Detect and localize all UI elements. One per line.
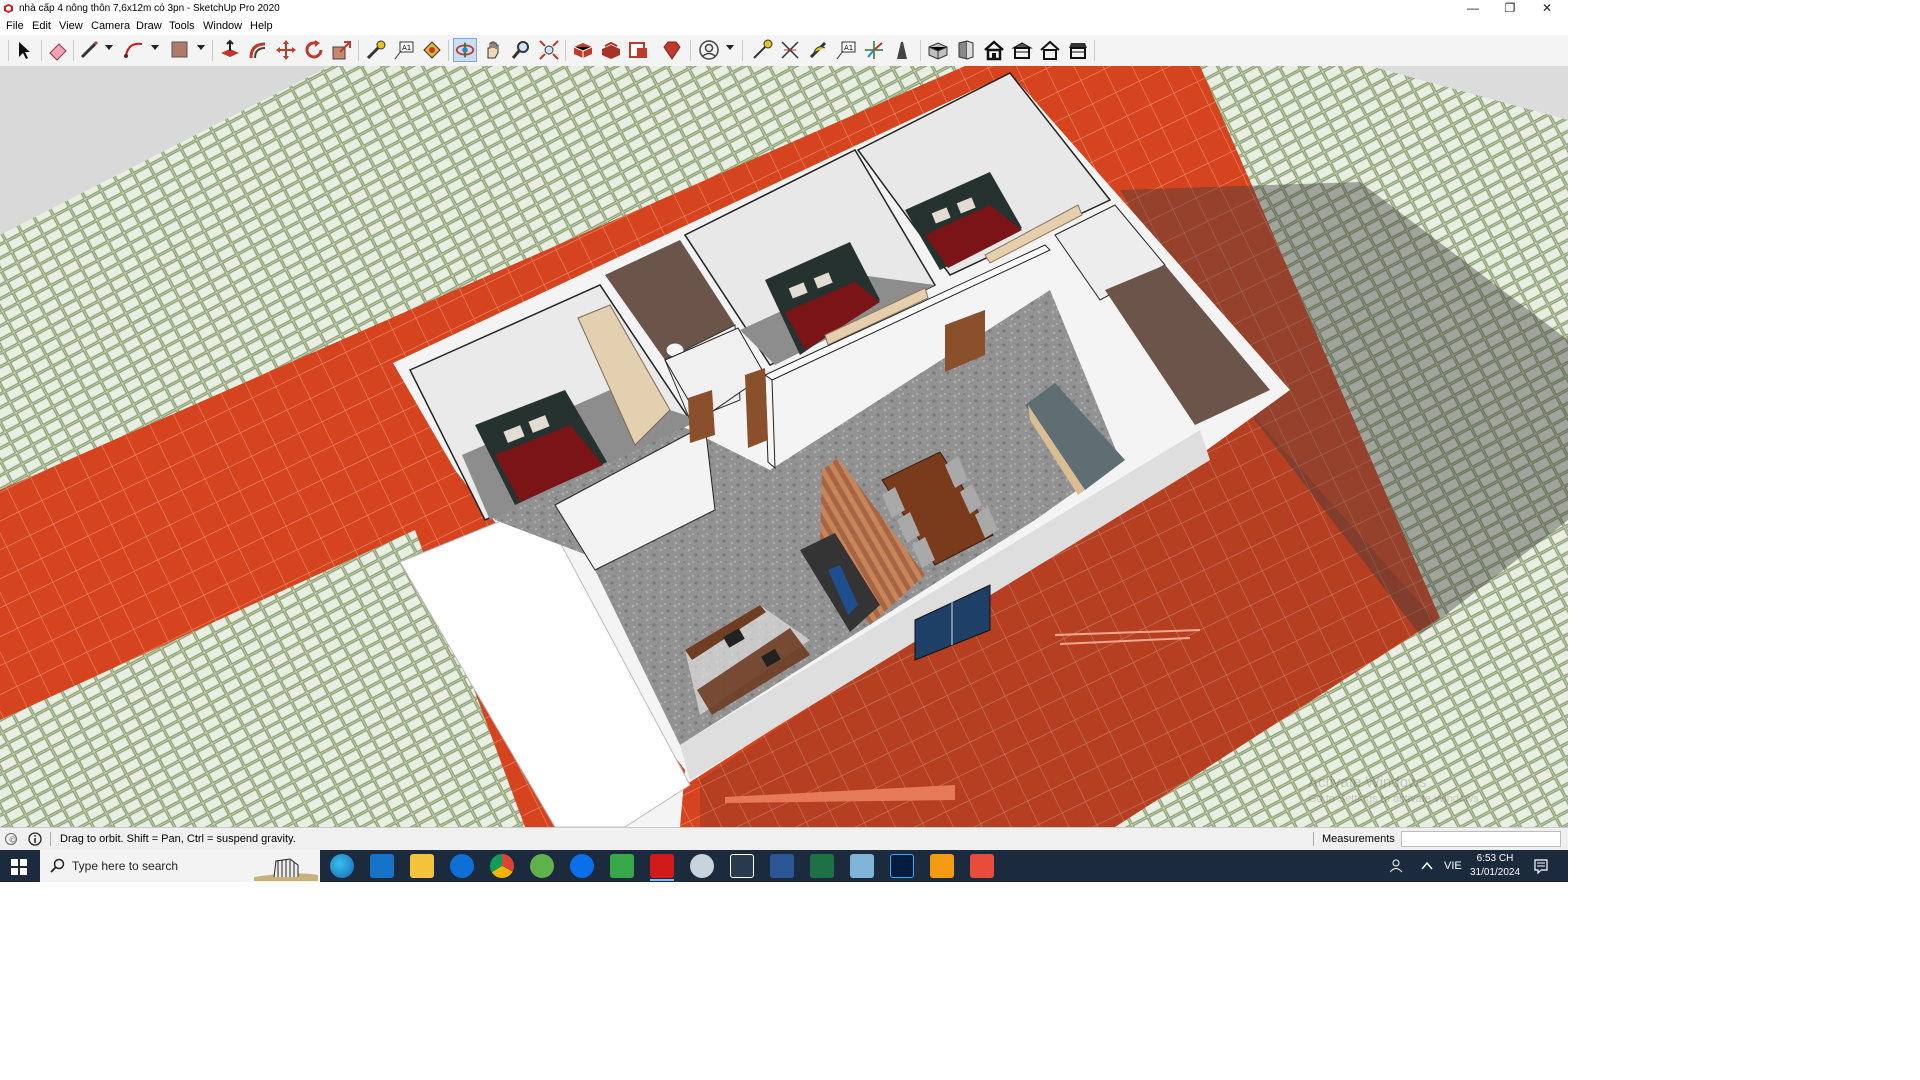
extension-manager-icon[interactable]	[660, 38, 684, 62]
title-bar: nhà cấp 4 nông thôn 7,6x12m có 3pn - Ske…	[0, 0, 1568, 18]
info-icon[interactable]	[28, 832, 42, 846]
left-view-icon[interactable]	[1066, 38, 1090, 62]
svg-text:A1: A1	[402, 44, 411, 52]
zoom-extents-icon[interactable]	[537, 38, 561, 62]
windows-taskbar: Type here to search VIE 6:53 CH 31/01/20…	[0, 850, 1568, 882]
eraser-icon[interactable]	[46, 38, 70, 62]
paint-icon[interactable]	[730, 854, 754, 878]
teamviewer-icon[interactable]	[450, 854, 474, 878]
menu-camera[interactable]: Camera	[91, 20, 130, 32]
activate-windows-watermark: Activate Windows Go to Settings to activ…	[1308, 774, 1482, 805]
word-icon[interactable]	[770, 854, 794, 878]
file-explorer-icon[interactable]	[410, 854, 434, 878]
watermark-title: Activate Windows	[1308, 774, 1427, 791]
menu-help[interactable]: Help	[250, 20, 273, 32]
3d-text-icon[interactable]: A1	[834, 38, 858, 62]
watermark-subtitle: Go to Settings to activate Windows.	[1308, 793, 1482, 805]
restore-icon[interactable]: ❐	[1492, 0, 1528, 18]
paint-bucket-icon[interactable]	[420, 38, 444, 62]
axes-icon[interactable]	[806, 38, 830, 62]
mail-icon[interactable]	[850, 854, 874, 878]
pencil-line-icon[interactable]	[77, 38, 101, 62]
zebra-highlight-icon	[254, 858, 318, 881]
model-viewport[interactable]: Activate Windows Go to Settings to activ…	[0, 66, 1568, 827]
layout-icon[interactable]	[627, 38, 651, 62]
menu-draw[interactable]: Draw	[136, 20, 162, 32]
status-hint: Drag to orbit. Shift = Pan, Ctrl = suspe…	[60, 833, 296, 845]
menu-file[interactable]: File	[6, 20, 24, 32]
status-bar: © Drag to orbit. Shift = Pan, Ctrl = sus…	[0, 827, 1568, 851]
section-plane-icon[interactable]	[862, 38, 886, 62]
move-icon[interactable]	[274, 38, 298, 62]
window-title: nhà cấp 4 nông thôn 7,6x12m có 3pn - Ske…	[19, 3, 280, 14]
close-icon[interactable]: ✕	[1529, 0, 1565, 18]
camtasia-icon[interactable]	[610, 854, 634, 878]
menu-view[interactable]: View	[59, 20, 83, 32]
outlook-icon[interactable]	[370, 854, 394, 878]
text-icon[interactable]: A1	[392, 38, 416, 62]
tape-measure-icon[interactable]	[364, 38, 388, 62]
people-icon[interactable]	[1390, 859, 1406, 873]
pan-icon[interactable]	[481, 38, 505, 62]
chevron-up-icon[interactable]	[1420, 860, 1434, 872]
top-view-icon[interactable]	[982, 38, 1006, 62]
select-icon[interactable]	[12, 38, 36, 62]
taskbar-date[interactable]: 31/01/2024	[1466, 867, 1524, 878]
language-indicator[interactable]: VIE	[1444, 860, 1462, 872]
search-icon	[50, 858, 65, 873]
notification-icon[interactable]	[1533, 858, 1549, 874]
amz-icon[interactable]	[930, 854, 954, 878]
chrome-icon[interactable]	[490, 854, 514, 878]
offset-icon[interactable]	[246, 38, 270, 62]
zalo-icon[interactable]	[570, 854, 594, 878]
edge-icon[interactable]	[330, 854, 354, 878]
cc-cleaner-icon[interactable]	[530, 854, 554, 878]
svg-text:A1: A1	[844, 44, 853, 52]
arc-icon[interactable]	[122, 38, 146, 62]
walk-icon[interactable]	[890, 38, 914, 62]
push-pull-icon[interactable]	[218, 38, 242, 62]
menu-window[interactable]: Window	[203, 20, 242, 32]
sync-icon[interactable]	[690, 854, 714, 878]
rectangle-icon[interactable]	[168, 38, 192, 62]
menu-tools[interactable]: Tools	[169, 20, 195, 32]
main-toolbar: A1 A1	[0, 35, 1568, 67]
3d-warehouse-icon[interactable]	[571, 38, 595, 62]
measurements-label: Measurements	[1322, 833, 1395, 845]
photoshop-icon[interactable]	[890, 854, 914, 878]
model-scene[interactable]	[0, 66, 1568, 827]
excel-icon[interactable]	[810, 854, 834, 878]
menu-bar: File Edit View Camera Draw Tools Window …	[0, 18, 1568, 35]
protractor-icon[interactable]	[778, 38, 802, 62]
orbit-icon[interactable]	[453, 38, 477, 62]
profile-icon[interactable]	[697, 38, 721, 62]
right-view-icon[interactable]	[1010, 38, 1034, 62]
geo-location-icon[interactable]: ©	[4, 832, 18, 846]
taskbar-time[interactable]: 6:53 CH	[1470, 853, 1520, 864]
iso-view-icon[interactable]	[926, 38, 950, 62]
svg-text:©: ©	[9, 836, 17, 845]
extension-warehouse-icon[interactable]	[599, 38, 623, 62]
zoom-icon[interactable]	[509, 38, 533, 62]
minimize-icon[interactable]: —	[1455, 0, 1491, 18]
camtasia-recorder-icon[interactable]	[970, 854, 994, 878]
search-placeholder: Type here to search	[72, 859, 179, 873]
measurements-input[interactable]	[1401, 831, 1561, 847]
dimension-icon[interactable]	[750, 38, 774, 62]
front-view-icon[interactable]	[954, 38, 978, 62]
sketchup-icon[interactable]	[650, 854, 674, 878]
sketchup-logo-icon	[4, 4, 13, 13]
back-view-icon[interactable]	[1038, 38, 1062, 62]
rotate-icon[interactable]	[302, 38, 326, 62]
taskbar-search[interactable]: Type here to search	[40, 850, 320, 882]
menu-edit[interactable]: Edit	[32, 20, 51, 32]
windows-start-icon[interactable]	[11, 859, 27, 875]
scale-icon[interactable]	[330, 38, 354, 62]
